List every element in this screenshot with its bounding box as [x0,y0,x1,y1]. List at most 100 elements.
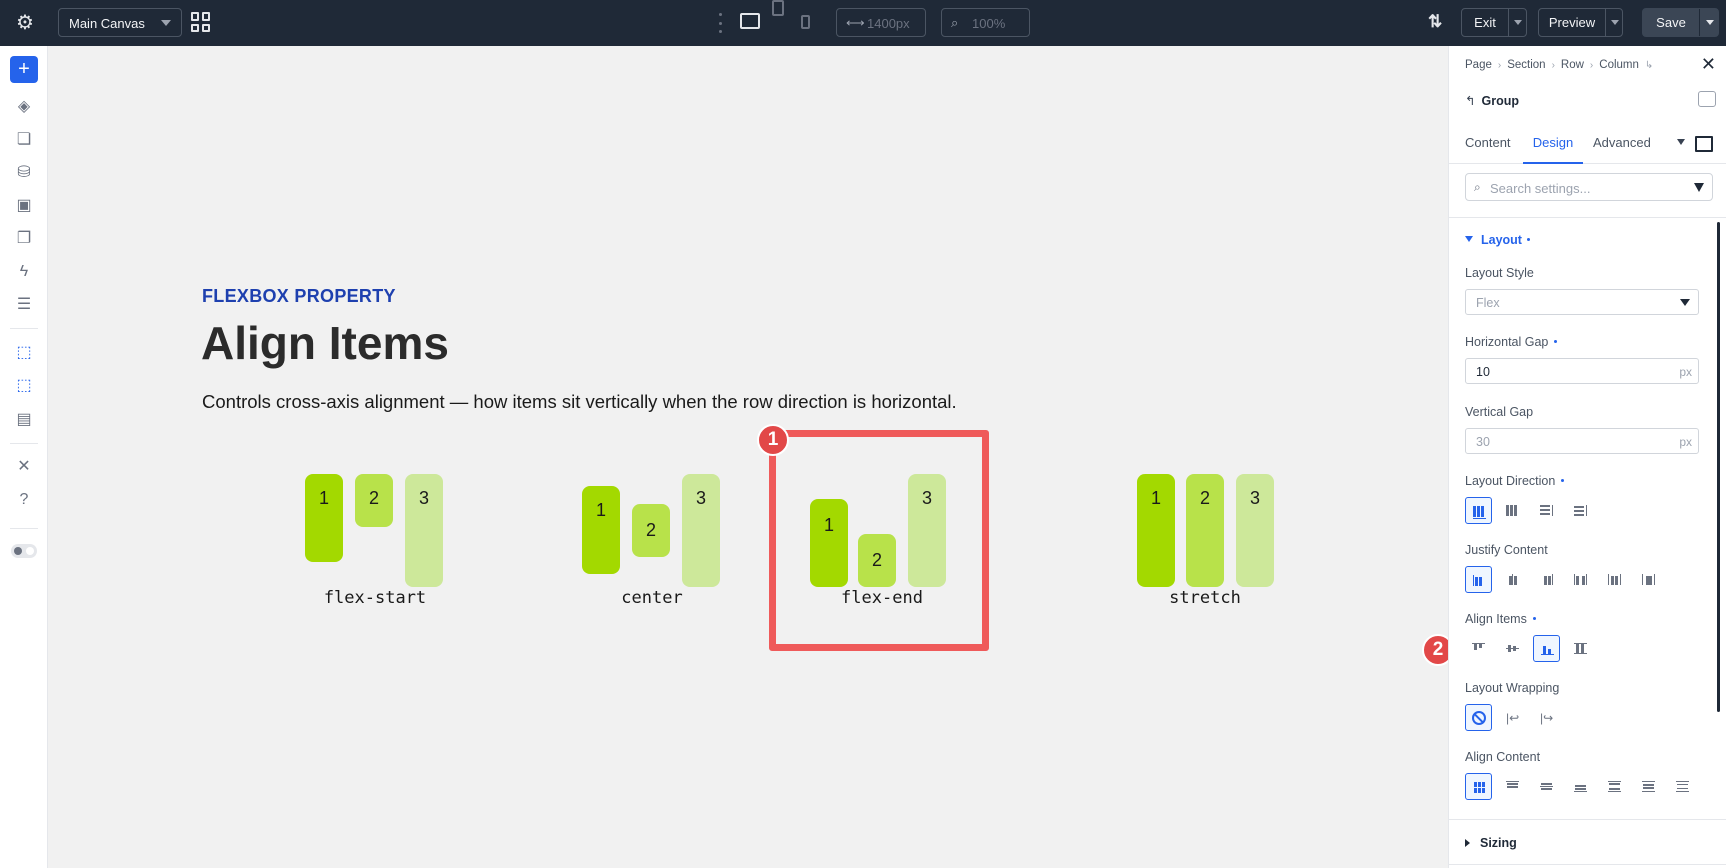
sizing-section-toggle[interactable]: Sizing [1465,836,1517,850]
justify-content-label: Justify Content [1465,543,1548,557]
template-settings-icon[interactable]: ▤ [12,409,36,431]
justify-space-around-icon[interactable] [1601,566,1628,593]
top-toolbar: ⚙ Main Canvas ⟷ 1400px ⌕ 100% ⇅ Exit Pre… [0,0,1726,46]
justify-center-icon[interactable] [1499,566,1526,593]
search-settings-input[interactable]: ⌕ Search settings... [1465,173,1713,201]
panel-options-icon[interactable] [1698,91,1716,107]
demo-flex-start[interactable]: 1 2 3 flex-start [275,433,475,633]
align-content-center-icon[interactable] [1533,773,1560,800]
horizontal-gap-input[interactable]: 10 px [1465,358,1699,384]
group-heading: ↰ Group [1465,93,1519,108]
help-icon[interactable]: ? [12,489,36,511]
select-element-icon[interactable]: ⬚ [12,342,36,364]
justify-end-icon[interactable] [1533,566,1560,593]
database-icon[interactable]: ⛁ [12,162,36,184]
panel-divider [1449,217,1726,218]
sort-arrows-icon[interactable]: ⇅ [1428,12,1442,32]
no-wrap-icon[interactable] [1465,704,1492,731]
save-button[interactable]: Save [1642,8,1719,37]
save-split-divider [1699,9,1700,36]
align-center-icon[interactable] [1499,635,1526,662]
presets-icon[interactable]: ▣ [12,195,36,217]
align-content-space-between-icon[interactable] [1601,773,1628,800]
direction-row-reverse-icon[interactable] [1499,497,1526,524]
demo-items: 1 2 3 [552,433,752,593]
tools-icon[interactable]: ✕ [12,456,36,478]
preview-dropdown-icon[interactable] [1611,20,1619,25]
demo-center[interactable]: 1 2 3 center [552,433,752,633]
chevron-down-icon [161,20,171,26]
device-view-icon[interactable] [1695,136,1713,152]
builder-canvas: FLEXBOX PROPERTY Align Items Controls cr… [48,46,1491,868]
wrap-icon[interactable]: |↩ [1499,704,1526,731]
save-dropdown-icon[interactable] [1706,20,1714,25]
caret-right-icon [1465,839,1470,847]
tablet-view-icon[interactable] [772,0,784,16]
demo-item-1: 1 [1137,474,1175,587]
filter-icon[interactable] [1694,183,1704,192]
layers-icon[interactable]: ◈ [12,96,36,118]
exit-dropdown-icon[interactable] [1514,20,1522,25]
align-content-end-icon[interactable] [1567,773,1594,800]
vertical-gap-label: Vertical Gap [1465,405,1534,419]
breadcrumb-row[interactable]: Row [1561,59,1584,71]
pages-icon[interactable]: ❐ [12,228,36,250]
align-end-icon[interactable] [1533,635,1560,662]
justify-space-evenly-icon[interactable] [1635,566,1662,593]
back-arrow-icon[interactable]: ↰ [1465,94,1475,108]
demo-caption: center [621,588,683,608]
direction-row-icon[interactable] [1465,497,1492,524]
canvas-width-value: 1400px [867,16,910,31]
sizing-section-title: Sizing [1480,836,1517,850]
sidebar-divider [10,328,38,329]
breadcrumb-page[interactable]: Page [1465,59,1492,71]
design-library-icon[interactable]: ❏ [12,129,36,151]
panel-scrollbar[interactable] [1717,222,1720,712]
breadcrumb-column[interactable]: Column [1599,59,1639,71]
zoom-field[interactable]: ⌕ 100% [941,8,1030,37]
horizontal-gap-unit[interactable]: px [1679,365,1692,379]
vertical-gap-unit[interactable]: px [1679,435,1692,449]
preview-button[interactable]: Preview [1538,8,1623,37]
tab-content[interactable]: Content [1465,126,1511,164]
multi-select-icon[interactable]: ⬚ [12,375,36,397]
demo-item-3: 3 [1236,474,1274,587]
justify-start-icon[interactable] [1465,566,1492,593]
phone-view-icon[interactable] [801,15,810,29]
wrap-reverse-icon[interactable]: |↪ [1533,704,1560,731]
layout-wrapping-label: Layout Wrapping [1465,681,1560,695]
direction-column-icon[interactable] [1533,497,1560,524]
add-element-button[interactable]: + [10,56,38,83]
grid-layout-icon[interactable] [191,12,211,32]
align-stretch-icon[interactable] [1567,635,1594,662]
canvas-width-field[interactable]: ⟷ 1400px [836,8,926,37]
align-content-space-around-icon[interactable] [1635,773,1662,800]
align-start-icon[interactable] [1465,635,1492,662]
zoom-value: 100% [972,16,1006,31]
demo-stretch[interactable]: 1 2 3 stretch [1105,433,1305,633]
layout-style-select[interactable]: Flex [1465,289,1699,315]
justify-space-between-icon[interactable] [1567,566,1594,593]
align-content-stretch-icon[interactable] [1465,773,1492,800]
breadcrumb-section[interactable]: Section [1507,59,1545,71]
tab-design[interactable]: Design [1523,126,1583,164]
align-content-space-evenly-icon[interactable] [1669,773,1696,800]
desktop-view-icon[interactable] [740,13,760,29]
vertical-gap-input[interactable]: 30 px [1465,428,1699,454]
exit-button[interactable]: Exit [1461,8,1527,37]
lightning-icon[interactable]: ϟ [12,261,36,283]
settings-panel: Page › Section › Row › Column ↳ ✕ ↰ Group Con… [1448,46,1726,868]
tab-advanced[interactable]: Advanced [1593,126,1651,164]
list-settings-icon[interactable]: ☰ [12,294,36,316]
canvas-select[interactable]: Main Canvas [58,8,182,37]
layout-section-toggle[interactable]: Layout [1465,233,1530,247]
search-icon: ⌕ [1474,180,1481,194]
settings-gear-icon[interactable]: ⚙ [14,12,36,34]
tabs-more-icon[interactable] [1677,139,1685,145]
close-icon[interactable]: ✕ [1701,54,1716,75]
theme-toggle[interactable] [11,544,37,558]
drag-dots-icon[interactable] [719,13,723,33]
demo-item-1: 1 [582,486,620,574]
align-content-start-icon[interactable] [1499,773,1526,800]
direction-column-reverse-icon[interactable] [1567,497,1594,524]
